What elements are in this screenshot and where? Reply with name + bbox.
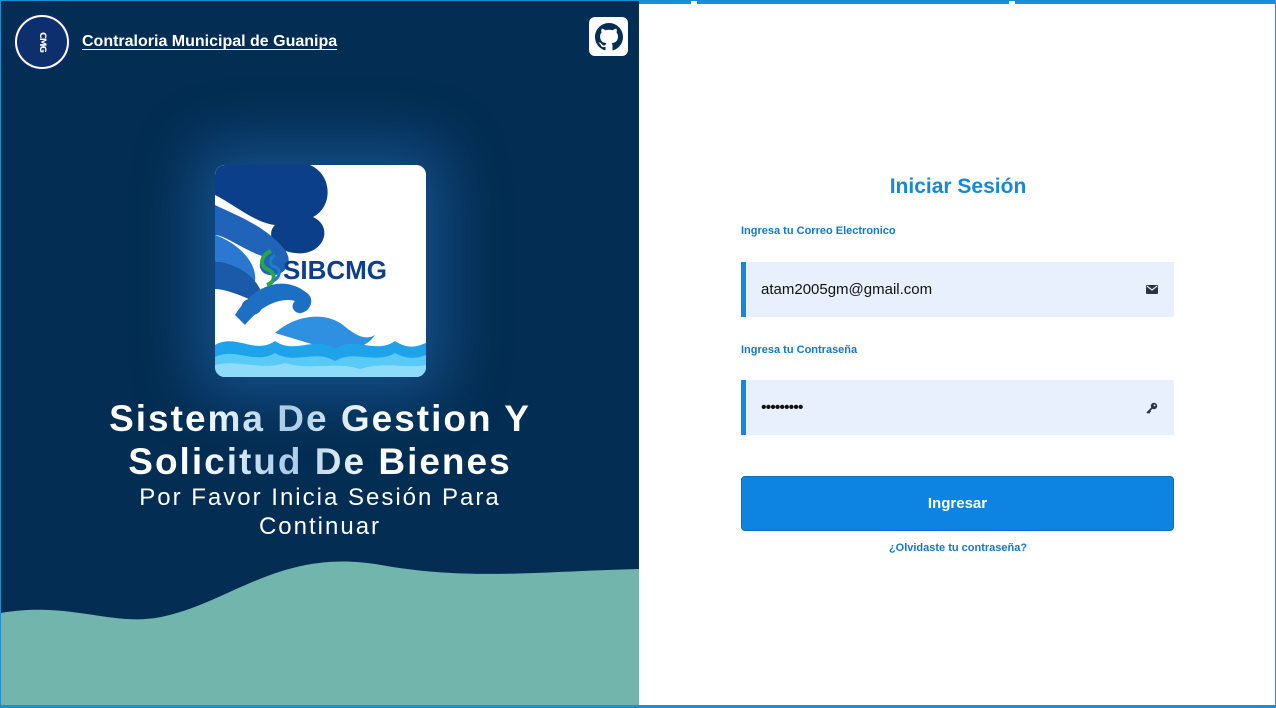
app-frame: CMG Contraloria Municipal de Guanipa SIB… — [0, 0, 1276, 708]
brand-name-link[interactable]: Contraloria Municipal de Guanipa — [82, 33, 337, 51]
password-field[interactable] — [746, 380, 1142, 435]
top-border-segment — [1015, 1, 1275, 4]
login-button[interactable]: Ingresar — [741, 476, 1174, 531]
hero-subtitle: Por Favor Inicia Sesión Para Continuar — [139, 484, 501, 540]
top-border-segment — [697, 1, 1009, 4]
github-button[interactable] — [589, 17, 628, 56]
email-label: Ingresa tu Correo Electronico — [741, 225, 896, 237]
app-logo-text: SIBCMG — [283, 255, 387, 285]
app-logo-illustration: SIBCMG — [215, 165, 426, 377]
hero-title: Sistema De Gestion Y Solicitud De Bienes — [1, 397, 639, 483]
email-field-wrapper — [741, 262, 1174, 317]
login-title: Iniciar Sesión — [889, 175, 1027, 198]
github-icon — [594, 22, 623, 50]
left-panel: CMG Contraloria Municipal de Guanipa SIB… — [1, 1, 639, 705]
password-field-wrapper — [741, 380, 1174, 435]
hero-text: Sistema De Gestion Y Solicitud De Bienes… — [1, 397, 639, 541]
app-logo-card: SIBCMG — [215, 165, 426, 377]
forgot-password-link[interactable]: ¿Olvidaste tu contraseña? — [639, 542, 1275, 554]
brand: CMG Contraloria Municipal de Guanipa — [13, 13, 337, 71]
decorative-wave — [1, 561, 639, 705]
top-border-segment — [639, 1, 691, 4]
brand-logo: CMG — [13, 13, 71, 71]
brand-logo-text: CMG — [37, 32, 47, 52]
key-icon — [1142, 402, 1162, 414]
right-panel: Iniciar Sesión Ingresa tu Correo Electro… — [639, 1, 1275, 705]
email-field[interactable] — [746, 262, 1142, 317]
envelope-icon — [1142, 285, 1162, 294]
password-label: Ingresa tu Contraseña — [741, 344, 858, 356]
